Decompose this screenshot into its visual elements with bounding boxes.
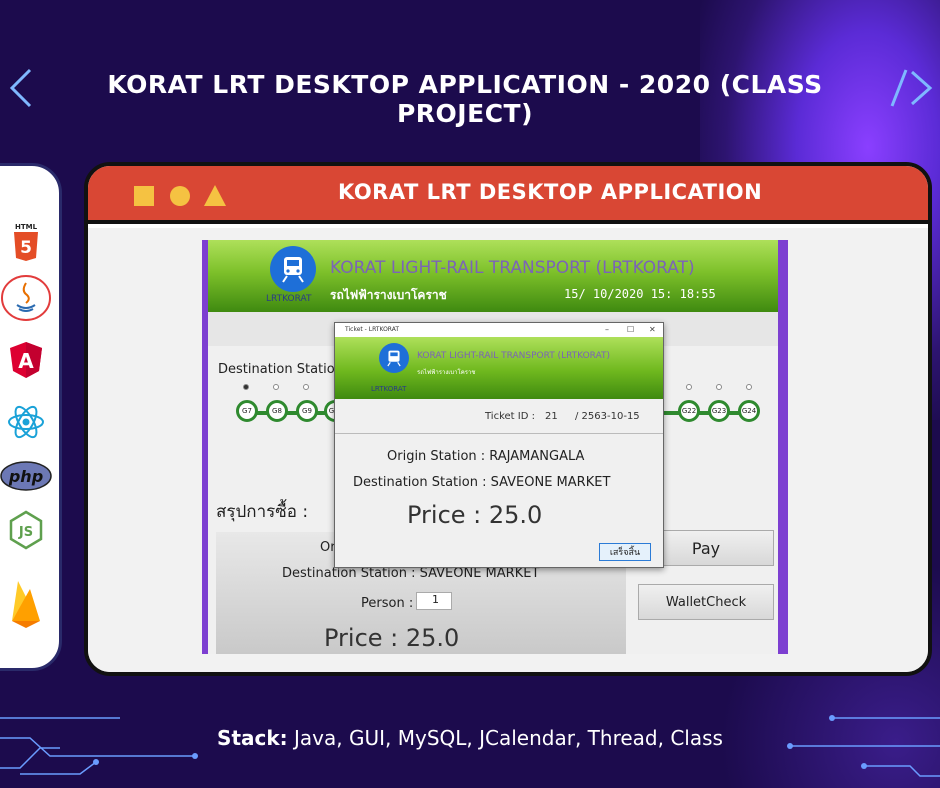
dialog-header: KORAT LIGHT-RAIL TRANSPORT (LRTKORAT) รถ… — [335, 337, 663, 399]
dialog-origin: Origin Station : RAJAMANGALA — [387, 449, 585, 464]
nodejs-icon: JS — [0, 506, 53, 554]
app-datetime: 15/ 10/2020 15: 18:55 — [564, 287, 716, 301]
php-label: php — [8, 467, 43, 486]
window-body: LRTKORAT KORAT LIGHT-RAIL TRANSPORT (LRT… — [88, 228, 928, 672]
php-icon: php — [0, 452, 53, 500]
wallet-check-button[interactable]: WalletCheck — [638, 584, 774, 620]
train-logo-icon — [270, 246, 316, 292]
window-title-bar: KORAT LRT DESKTOP APPLICATION — [88, 166, 928, 224]
maximize-icon[interactable]: ☐ — [627, 323, 634, 337]
station-g23[interactable]: G23 — [708, 400, 730, 422]
dialog-price: Price : 25.0 — [407, 501, 543, 529]
java-icon — [0, 274, 53, 322]
station-radio[interactable] — [716, 384, 722, 390]
dialog-logo-text: LRTKORAT — [371, 385, 407, 393]
track-line — [246, 411, 336, 415]
square-shape-icon — [134, 186, 154, 206]
summary-destination: Destination Station : SAVEONE MARKET — [282, 566, 540, 581]
app-name: KORAT LIGHT-RAIL TRANSPORT (LRTKORAT) — [330, 258, 695, 278]
dialog-title: Ticket - LRTKORAT — [335, 323, 663, 337]
svg-text:A: A — [18, 349, 34, 373]
stack-line: Stack: Java, GUI, MySQL, JCalendar, Thre… — [0, 726, 940, 750]
dialog-destination: Destination Station : SAVEONE MARKET — [353, 475, 611, 490]
angular-icon: A — [0, 336, 53, 384]
station-radio[interactable] — [273, 384, 279, 390]
js-label: JS — [18, 525, 33, 540]
window-title: KORAT LRT DESKTOP APPLICATION — [338, 180, 763, 204]
dialog-thai-name: รถไฟฟ้ารางเบาโคราช — [417, 369, 476, 376]
finish-button[interactable]: เสร็จสิ้น — [599, 543, 651, 561]
station-radio[interactable] — [746, 384, 752, 390]
logo-text: LRTKORAT — [266, 294, 312, 304]
station-g22[interactable]: G22 — [678, 400, 700, 422]
station-g7[interactable]: G7 — [236, 400, 258, 422]
app-header: LRTKORAT KORAT LIGHT-RAIL TRANSPORT (LRT… — [208, 240, 778, 312]
tech-stack-sidebar: HTML 5 A php JS — [0, 163, 62, 671]
station-g9[interactable]: G9 — [296, 400, 318, 422]
app-screenshot: LRTKORAT KORAT LIGHT-RAIL TRANSPORT (LRT… — [202, 240, 788, 654]
mock-window: KORAT LRT DESKTOP APPLICATION LRTKORAT K… — [84, 162, 932, 676]
close-icon[interactable]: ✕ — [649, 323, 656, 337]
next-slide-arrow-icon[interactable] — [888, 66, 936, 114]
summary-price: Price : 25.0 — [324, 624, 460, 652]
lrt-app: LRTKORAT KORAT LIGHT-RAIL TRANSPORT (LRT… — [208, 240, 778, 654]
firebase-icon — [0, 574, 53, 632]
html-label: HTML — [15, 223, 38, 231]
station-radio-selected[interactable] — [243, 384, 249, 390]
previous-slide-arrow-icon[interactable] — [6, 66, 36, 117]
train-logo-icon — [379, 343, 409, 373]
destination-station-label: Destination Statio — [218, 362, 335, 377]
ticket-id-value: 21 — [545, 411, 558, 422]
ticket-date: / 2563-10-15 — [575, 411, 640, 422]
svg-text:5: 5 — [20, 238, 32, 258]
station-g8[interactable]: G8 — [266, 400, 288, 422]
person-stepper[interactable]: 1 — [416, 592, 452, 610]
station-radio[interactable] — [303, 384, 309, 390]
circle-shape-icon — [170, 186, 190, 206]
triangle-shape-icon — [204, 185, 226, 206]
ticket-dialog: Ticket - LRTKORAT – ☐ ✕ KORAT LIGHT-RAIL… — [334, 322, 664, 568]
page-title: KORAT LRT DESKTOP APPLICATION - 2020 (CL… — [107, 70, 823, 128]
ticket-id-label: Ticket ID : — [485, 411, 535, 422]
minimize-icon[interactable]: – — [605, 323, 609, 337]
station-g24[interactable]: G24 — [738, 400, 760, 422]
divider — [335, 433, 663, 434]
stack-label: Stack: — [217, 726, 288, 750]
dialog-app-name: KORAT LIGHT-RAIL TRANSPORT (LRTKORAT) — [417, 351, 611, 361]
summary-label: สรุปการซื้อ : — [216, 502, 309, 522]
station-radio[interactable] — [686, 384, 692, 390]
html5-icon: HTML 5 — [0, 218, 53, 266]
person-label: Person : — [361, 596, 414, 611]
stack-value: Java, GUI, MySQL, JCalendar, Thread, Cla… — [287, 726, 723, 750]
react-icon — [0, 398, 53, 446]
app-thai-name: รถไฟฟ้ารางเบาโคราช — [330, 288, 447, 302]
